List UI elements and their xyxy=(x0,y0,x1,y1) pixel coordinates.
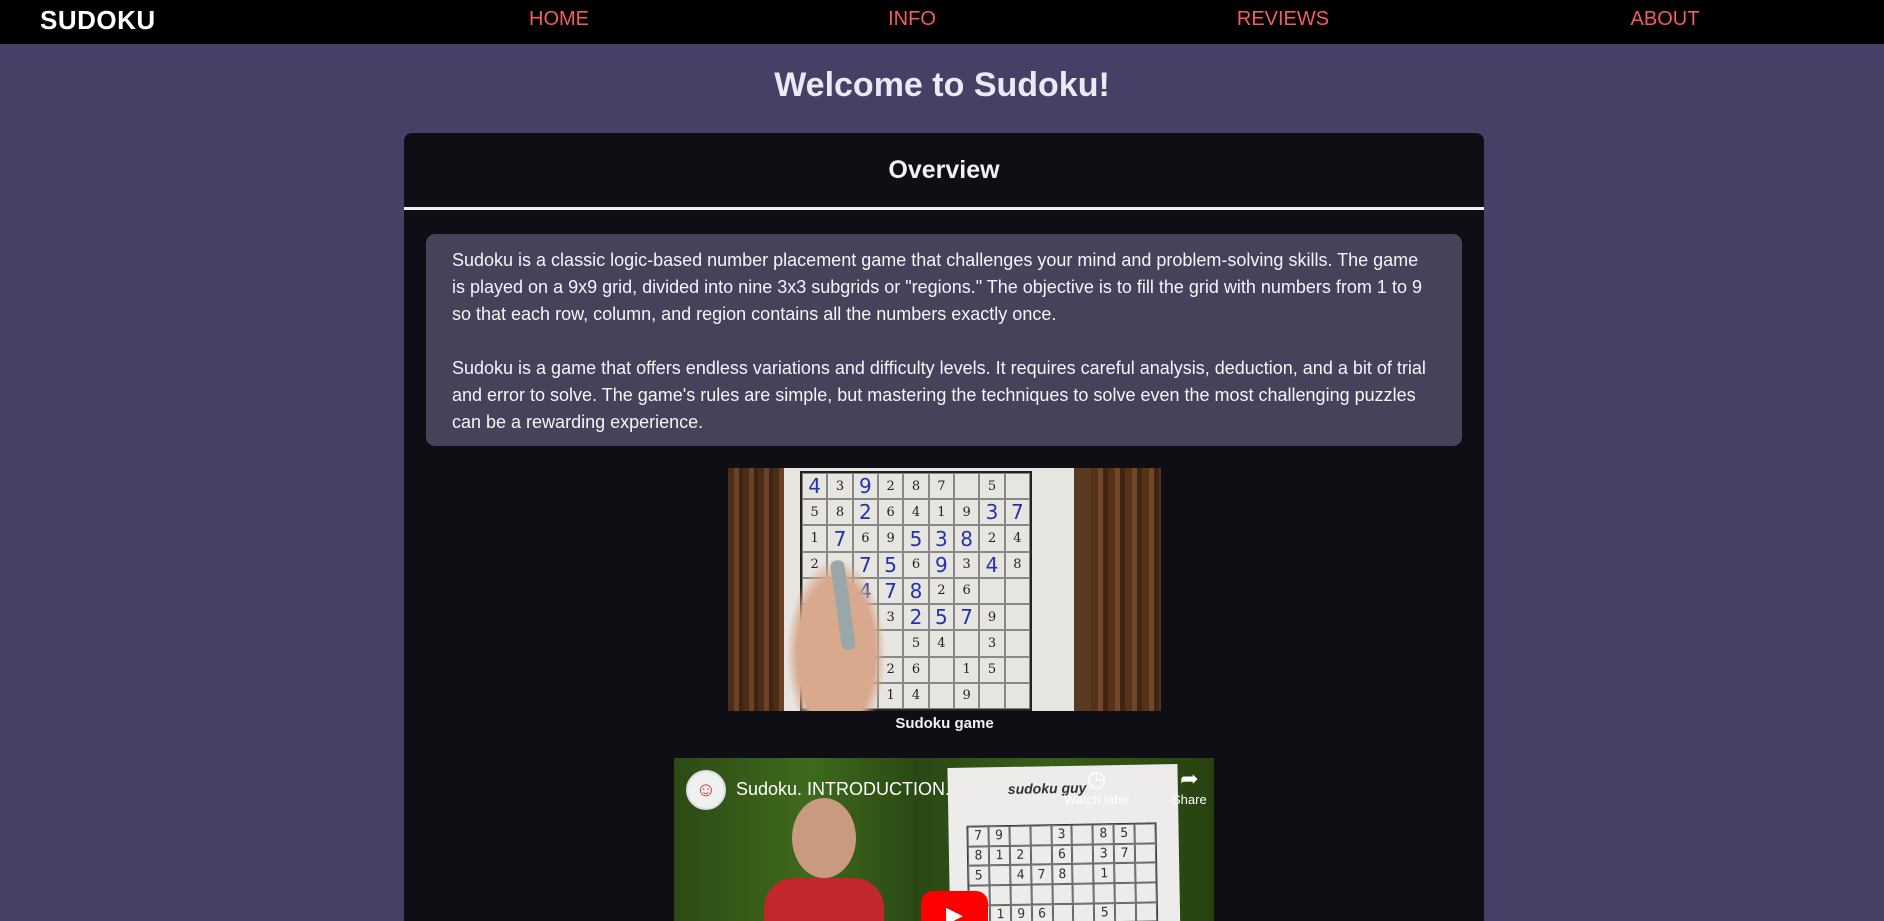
table-wood-left xyxy=(728,468,784,711)
sudoku-game-image: 4392875 582641937 176953824 27569348 478… xyxy=(728,468,1161,711)
nav-link-home[interactable]: HOME xyxy=(529,8,589,31)
nav-link-about[interactable]: ABOUT xyxy=(1631,8,1700,31)
play-button[interactable]: ▶ xyxy=(921,891,988,921)
overview-text-box: Sudoku is a classic logic-based number p… xyxy=(426,234,1462,446)
video-title[interactable]: Sudoku. INTRODUCTION. xyxy=(736,779,950,800)
share-button[interactable]: ➦ Share xyxy=(1172,766,1207,807)
youtube-video-embed[interactable]: sudoku guy 79385 812637 54781 1965 6789 … xyxy=(674,758,1214,921)
clock-icon: ◷ xyxy=(1087,766,1107,791)
overview-title: Overview xyxy=(888,155,1000,184)
presenter-illustration xyxy=(764,798,884,921)
watch-later-label: Watch later xyxy=(1064,792,1130,807)
brand-logo[interactable]: SUDOKU xyxy=(40,5,156,36)
overview-header: Overview xyxy=(404,133,1484,210)
presenter-sweater xyxy=(764,878,884,921)
watch-later-button[interactable]: ◷ Watch later xyxy=(1064,766,1129,807)
channel-avatar[interactable]: ☺ xyxy=(686,770,726,810)
presenter-head xyxy=(792,798,856,878)
nav-link-reviews[interactable]: REVIEWS xyxy=(1237,8,1329,31)
play-icon: ▶ xyxy=(946,901,963,921)
table-wood-right xyxy=(1091,468,1161,711)
share-label: Share xyxy=(1172,792,1207,807)
overview-paragraph-1: Sudoku is a classic logic-based number p… xyxy=(452,250,1422,324)
page-title: Welcome to Sudoku! xyxy=(774,66,1110,104)
share-icon: ➦ xyxy=(1180,766,1199,791)
nav-link-info[interactable]: INFO xyxy=(888,8,936,31)
video-sudoku-grid: 79385 812637 54781 1965 6789 xyxy=(966,822,1159,921)
navbar: SUDOKU HOME INFO REVIEWS ABOUT xyxy=(0,0,1884,44)
overview-card: Overview Sudoku is a classic logic-based… xyxy=(404,133,1484,921)
overview-paragraph-2: Sudoku is a game that offers endless var… xyxy=(452,358,1426,432)
image-caption: Sudoku game xyxy=(895,715,994,732)
